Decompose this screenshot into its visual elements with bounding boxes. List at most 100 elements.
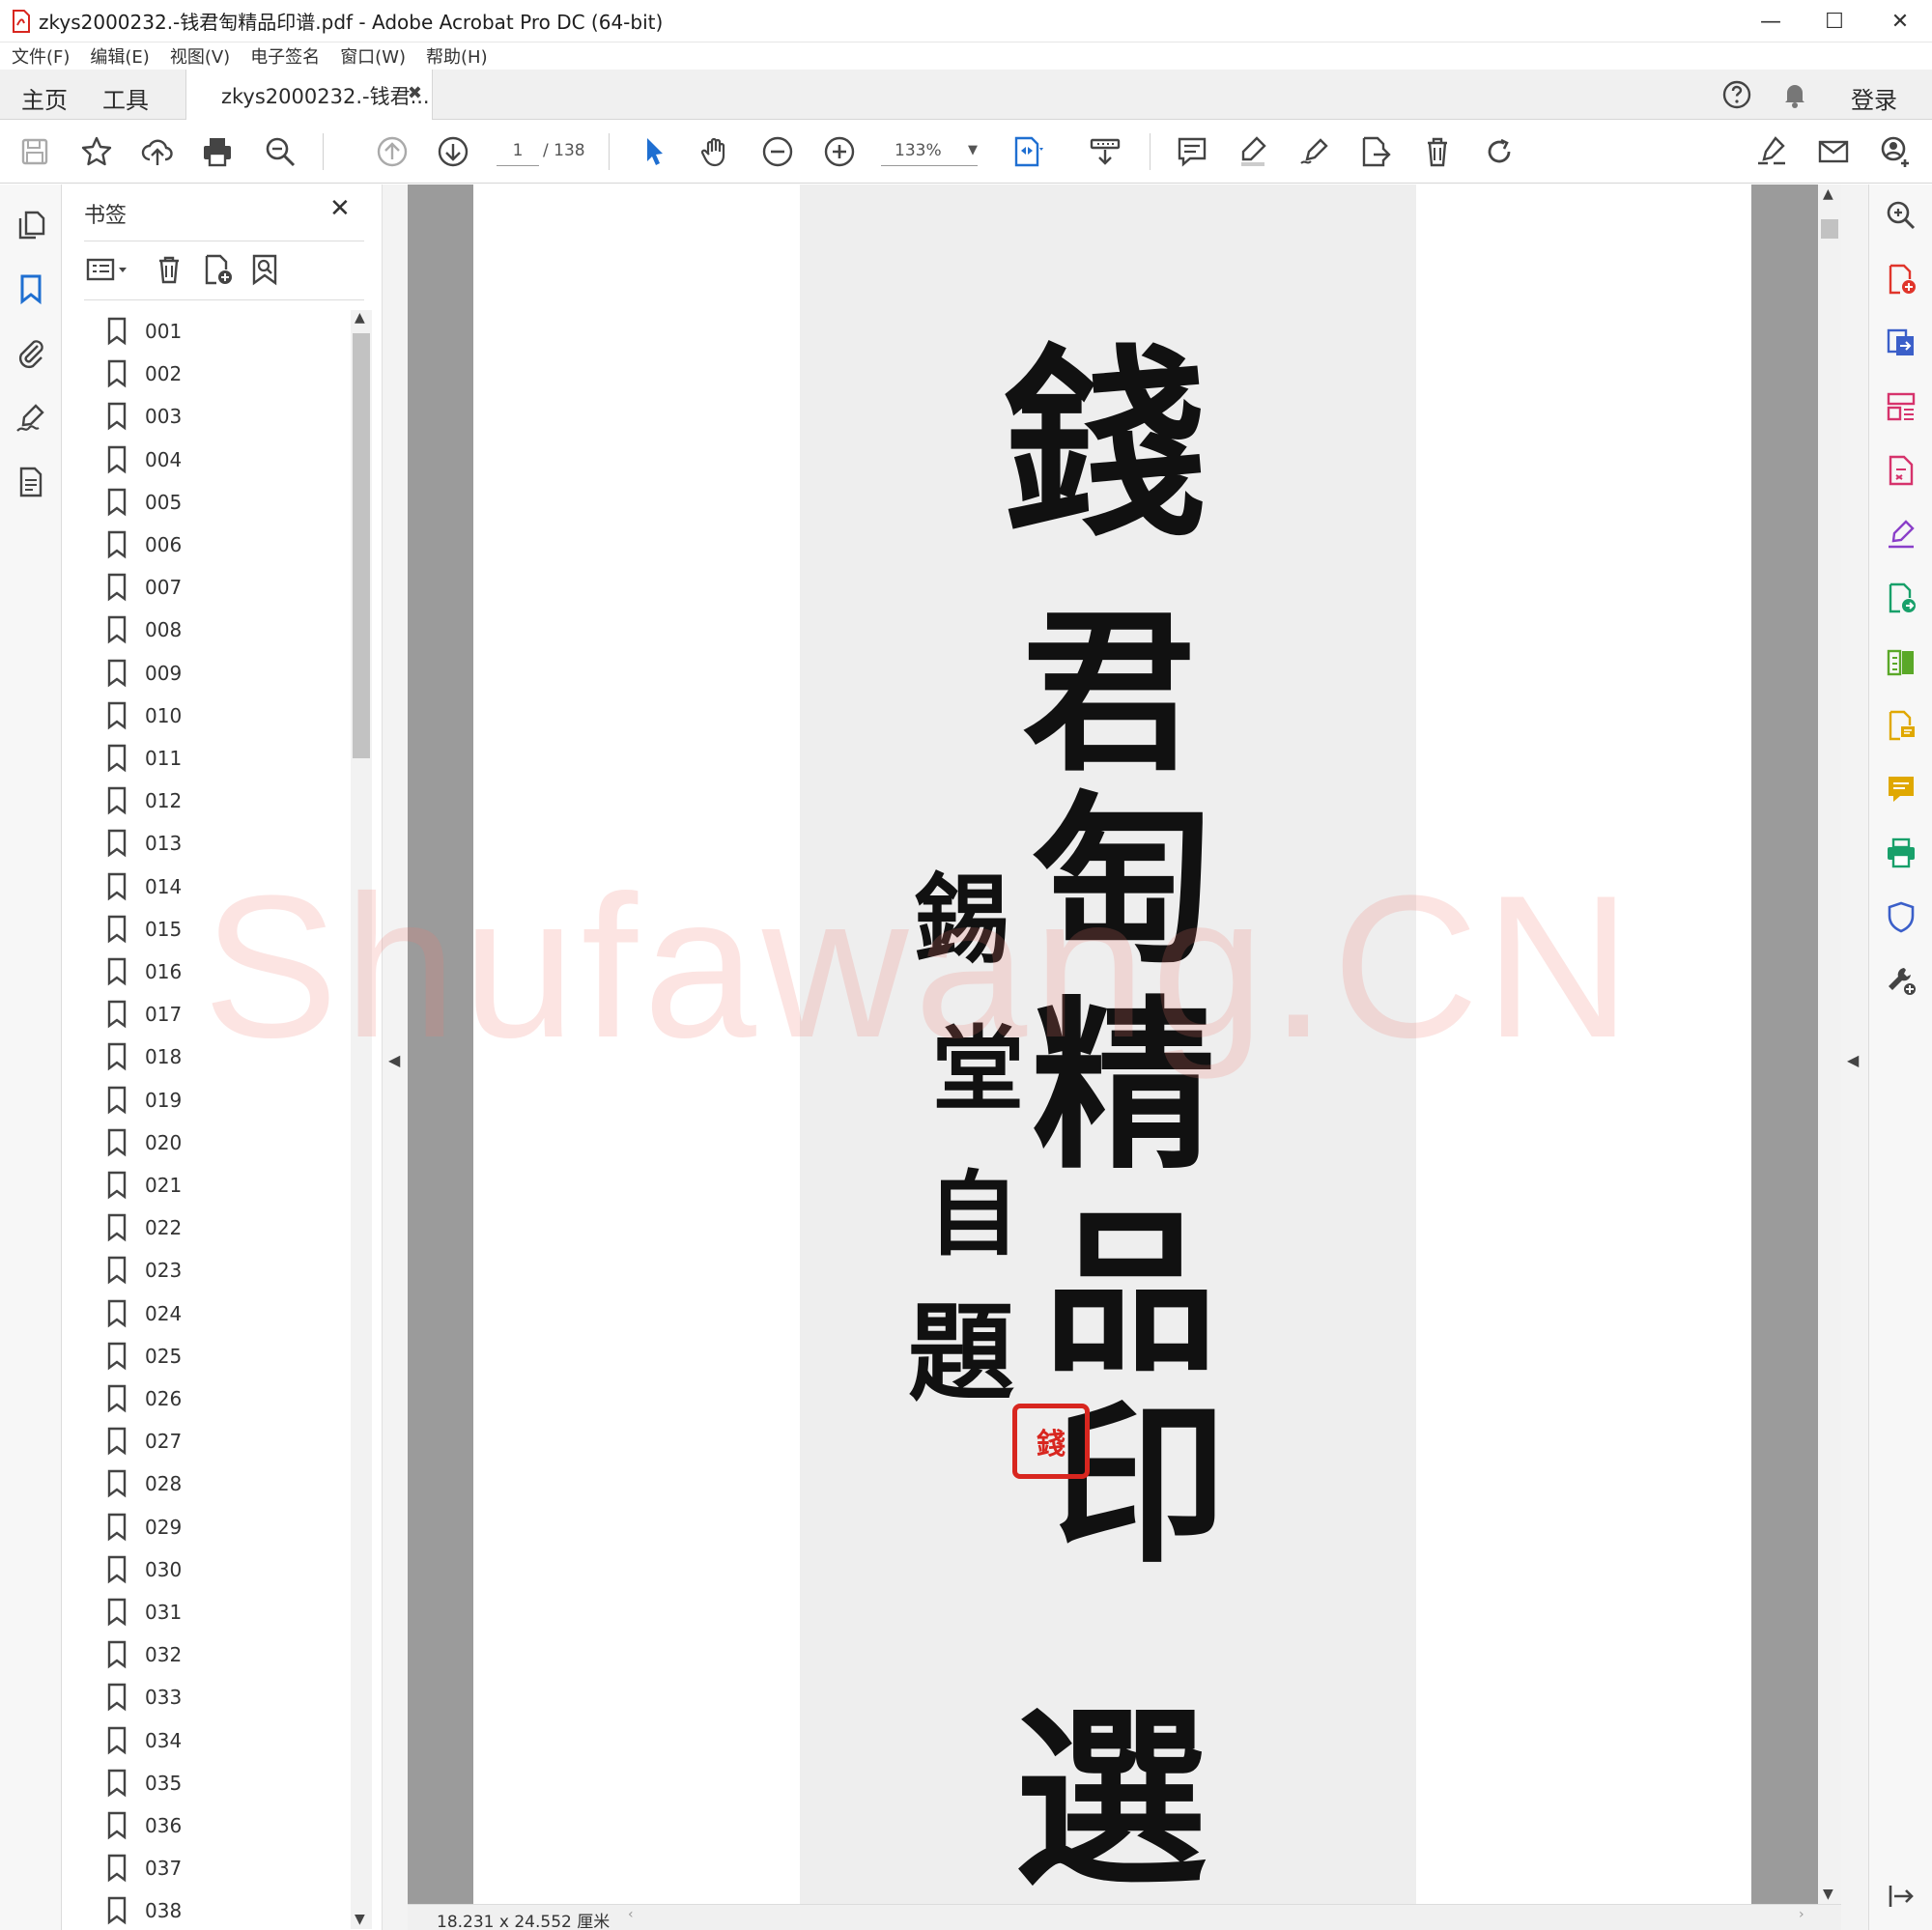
bookmark-item[interactable]: 033 — [106, 1676, 182, 1718]
add-user-icon[interactable] — [1876, 132, 1915, 171]
bookmark-item[interactable]: 024 — [106, 1292, 182, 1335]
find-bookmark-icon[interactable] — [246, 250, 285, 289]
bookmark-item[interactable]: 030 — [106, 1548, 182, 1591]
maximize-button[interactable]: ☐ — [1803, 0, 1866, 43]
bookmark-item[interactable]: 037 — [106, 1847, 182, 1889]
zoom-in-icon[interactable] — [820, 132, 859, 171]
bookmark-item[interactable]: 036 — [106, 1804, 182, 1847]
comment-file-icon[interactable] — [1882, 706, 1920, 745]
bookmark-item[interactable]: 008 — [106, 609, 182, 651]
select-cursor-icon[interactable] — [636, 132, 674, 171]
bookmark-scroll-thumb[interactable] — [353, 333, 370, 758]
hand-tool-icon[interactable] — [696, 132, 735, 171]
bookmark-item[interactable]: 020 — [106, 1121, 182, 1164]
bookmark-item[interactable]: 032 — [106, 1633, 182, 1676]
bookmark-item[interactable]: 035 — [106, 1762, 182, 1804]
bookmark-item[interactable]: 016 — [106, 951, 182, 993]
sign-pen-icon[interactable] — [1295, 132, 1334, 171]
highlight-pen-icon[interactable] — [1234, 132, 1272, 171]
bookmark-item[interactable]: 006 — [106, 524, 182, 566]
compare-files-icon[interactable] — [1882, 642, 1920, 681]
login-button[interactable]: 登录 — [1851, 81, 1897, 115]
bookmark-item[interactable]: 019 — [106, 1079, 182, 1121]
bookmark-scrollbar[interactable]: ▲ ▼ — [351, 310, 372, 1929]
collapse-right-panel-icon[interactable]: ◀ — [1847, 1051, 1859, 1069]
bookmark-item[interactable]: 026 — [106, 1377, 182, 1420]
delete-trash-icon[interactable] — [1418, 132, 1457, 171]
menu-esign[interactable]: 电子签名 — [250, 43, 320, 69]
scroll-mode-icon[interactable] — [1086, 132, 1124, 171]
page-thumbnails-icon[interactable] — [12, 206, 50, 244]
bookmark-item[interactable]: 015 — [106, 908, 182, 951]
organize-pages-icon[interactable] — [1882, 387, 1920, 426]
bookmark-item[interactable]: 027 — [106, 1420, 182, 1462]
zoom-dropdown-icon[interactable]: ▼ — [968, 135, 978, 166]
bookmark-item[interactable]: 014 — [106, 866, 182, 908]
bookmark-item[interactable]: 007 — [106, 566, 182, 609]
bookmark-item[interactable]: 025 — [106, 1335, 182, 1377]
scroll-left-icon[interactable]: ‹ — [628, 1907, 634, 1922]
create-pdf-icon[interactable] — [1882, 260, 1920, 298]
bookmark-item[interactable]: 028 — [106, 1462, 182, 1505]
minimize-button[interactable]: — — [1739, 0, 1803, 43]
bookmark-item[interactable]: 003 — [106, 395, 182, 438]
tab-home[interactable]: 主页 — [21, 81, 68, 115]
share-export-icon[interactable] — [1356, 132, 1395, 171]
scroll-right-icon[interactable]: › — [1799, 1907, 1804, 1922]
bookmark-item[interactable]: 038 — [106, 1889, 182, 1930]
bookmark-item[interactable]: 001 — [106, 310, 182, 353]
document-icon[interactable] — [12, 463, 50, 501]
bookmark-item[interactable]: 002 — [106, 353, 182, 395]
bookmark-item[interactable]: 023 — [106, 1249, 182, 1291]
save-icon[interactable] — [15, 132, 54, 171]
export-pdf-icon[interactable] — [1882, 324, 1920, 362]
menu-file[interactable]: 文件(F) — [12, 43, 70, 69]
menu-view[interactable]: 视图(V) — [170, 43, 230, 69]
expand-panel-icon[interactable] — [1882, 1877, 1920, 1916]
fill-sign-tool-icon[interactable] — [1882, 515, 1920, 553]
tab-document[interactable]: zkys2000232.-钱君... ✖ — [185, 70, 433, 121]
new-bookmark-icon[interactable] — [198, 250, 237, 289]
bookmark-item[interactable]: 021 — [106, 1164, 182, 1206]
find-zoom-icon[interactable] — [261, 132, 299, 171]
page-number-input[interactable]: 1 — [497, 135, 539, 166]
zoom-search-icon[interactable] — [1882, 196, 1920, 235]
doc-scroll-down-icon[interactable]: ▼ — [1823, 1887, 1833, 1902]
send-review-icon[interactable] — [1882, 579, 1920, 617]
zoom-out-icon[interactable] — [758, 132, 797, 171]
close-tab-button[interactable]: ✖ — [408, 83, 422, 103]
cloud-upload-icon[interactable] — [138, 132, 177, 171]
tab-tools[interactable]: 工具 — [102, 81, 149, 115]
email-icon[interactable] — [1814, 132, 1853, 171]
bookmark-item[interactable]: 011 — [106, 737, 182, 780]
bookmark-item[interactable]: 012 — [106, 780, 182, 822]
menu-edit[interactable]: 编辑(E) — [90, 43, 149, 69]
print-production-icon[interactable] — [1882, 834, 1920, 872]
scroll-up-icon[interactable]: ▲ — [355, 310, 365, 326]
fit-page-icon[interactable] — [1009, 132, 1047, 171]
zoom-select[interactable]: 133% ▼ — [881, 135, 978, 166]
bookmark-item[interactable]: 031 — [106, 1591, 182, 1633]
doc-scroll-up-icon[interactable]: ▲ — [1823, 186, 1833, 202]
next-page-icon[interactable] — [434, 132, 472, 171]
bookmark-item[interactable]: 018 — [106, 1036, 182, 1078]
signature-icon[interactable] — [12, 399, 50, 438]
attachment-icon[interactable] — [12, 333, 50, 372]
more-tools-icon[interactable] — [1882, 961, 1920, 1000]
right-panel-splitter[interactable]: ◀ — [1841, 184, 1868, 1930]
document-scroll-thumb[interactable] — [1821, 219, 1838, 239]
document-scrollbar[interactable]: ▲ ▼ — [1818, 184, 1841, 1904]
bookmark-options-icon[interactable] — [82, 250, 134, 289]
close-panel-button[interactable]: ✕ — [329, 194, 351, 223]
previous-page-icon[interactable] — [373, 132, 412, 171]
comment-icon[interactable] — [1173, 132, 1211, 171]
bookmark-item[interactable]: 005 — [106, 481, 182, 524]
delete-bookmark-icon[interactable] — [150, 250, 188, 289]
print-icon[interactable] — [198, 132, 237, 171]
notification-bell-icon[interactable] — [1779, 79, 1810, 114]
protect-shield-icon[interactable] — [1882, 897, 1920, 936]
menu-help[interactable]: 帮助(H) — [426, 43, 488, 69]
help-icon[interactable] — [1721, 79, 1752, 114]
comment-tool-icon[interactable] — [1882, 770, 1920, 809]
rotate-icon[interactable] — [1480, 132, 1519, 171]
